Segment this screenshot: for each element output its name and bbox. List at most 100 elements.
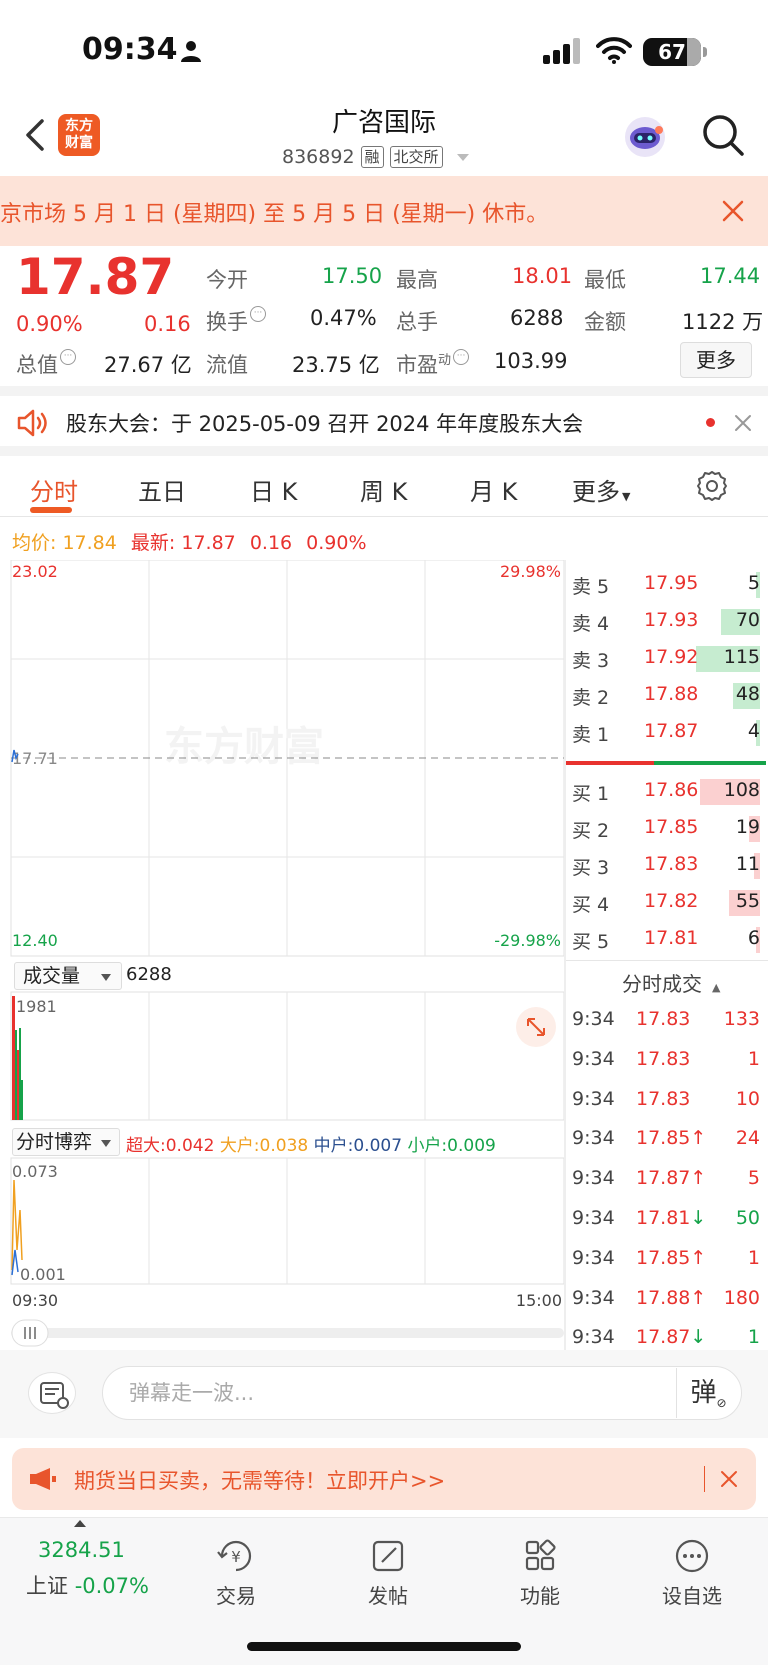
index-value[interactable]: 3284.51 xyxy=(38,1538,125,1562)
orderbook-row[interactable]: 卖 1 17.87 4 xyxy=(572,716,760,750)
info-icon[interactable]: ··· xyxy=(453,349,470,365)
intraday-chart[interactable]: 东方财富 23.02 12.40 29.98% -29.98% 17.71 19… xyxy=(0,560,566,1350)
orderbook-row[interactable]: 卖 5 17.95 5 xyxy=(572,568,760,602)
small-value: 0.009 xyxy=(447,1136,496,1156)
orderbook-price: 17.87 xyxy=(644,720,699,742)
tick-price: 17.83 xyxy=(636,1087,691,1110)
large-value: 0.038 xyxy=(259,1136,309,1156)
last-price: 17.87 xyxy=(16,248,175,306)
tick-row: 9:34 17.87↑ 5 xyxy=(572,1161,760,1201)
search-icon[interactable] xyxy=(700,112,746,158)
nav-trade-label: 交易 xyxy=(216,1584,256,1608)
orderbook-row[interactable]: 买 2 17.85 19 xyxy=(572,812,760,846)
orderbook-row[interactable]: 卖 3 17.92 115 xyxy=(572,642,760,676)
orderbook-vol: 115 xyxy=(723,646,760,668)
low-value: 17.44 xyxy=(700,264,761,288)
nav-trade[interactable]: ¥ 交易 xyxy=(191,1538,281,1609)
orderbook-price: 17.95 xyxy=(644,572,699,594)
grid-icon xyxy=(525,1539,556,1571)
orderbook-vol: 11 xyxy=(735,853,760,875)
orderbook-vol: 6 xyxy=(747,927,760,949)
orderbook-label: 买 1 xyxy=(572,783,610,805)
tick-time: 9:34 xyxy=(572,1286,615,1309)
exchange-tag: 北交所 xyxy=(389,146,443,168)
orderbook-price: 17.83 xyxy=(644,853,699,875)
info-icon[interactable]: ··· xyxy=(60,349,76,365)
orderbook-label: 卖 5 xyxy=(572,576,610,598)
volume-axis-max: 1981 xyxy=(16,997,57,1016)
game-axis-max: 0.073 xyxy=(12,1162,58,1181)
robot-assistant-icon[interactable] xyxy=(622,114,668,160)
tick-time: 9:34 xyxy=(572,1246,615,1269)
stock-code: 836892 xyxy=(282,146,355,168)
tick-time: 9:34 xyxy=(572,1207,615,1229)
chevron-up-icon[interactable] xyxy=(74,1520,86,1527)
trade-icon: ¥ xyxy=(217,1540,252,1572)
watermark: 东方财富 xyxy=(164,724,324,770)
tick-volume: 180 xyxy=(723,1286,760,1309)
margin-tag: 融 xyxy=(360,146,384,168)
wifi-icon xyxy=(596,37,632,64)
chevron-down-icon[interactable] xyxy=(456,153,469,161)
stock-code-row[interactable]: 836892 融 北交所 xyxy=(282,144,469,170)
nav-watch-label: 设自选 xyxy=(662,1584,722,1608)
game-panel-grid xyxy=(10,1157,565,1285)
comment-list-button[interactable] xyxy=(28,1372,76,1414)
close-icon[interactable] xyxy=(720,1470,738,1488)
orderbook-row[interactable]: 卖 4 17.93 70 xyxy=(572,605,760,639)
tick-row: 9:34 17.85↑ 1 xyxy=(572,1241,760,1281)
tick-time: 9:34 xyxy=(572,1326,615,1349)
orderbook-row[interactable]: 买 5 17.81 6 xyxy=(572,923,760,957)
tab-five-day[interactable]: 五日 xyxy=(138,472,186,507)
latest-change: 0.16 xyxy=(249,532,293,554)
tick-row: 9:34 17.88↑ 180 xyxy=(572,1281,760,1321)
orderbook-row[interactable]: 卖 2 17.88 48 xyxy=(572,679,760,713)
tab-weekly-k[interactable]: 周 K xyxy=(360,472,407,507)
edit-icon xyxy=(372,1540,404,1572)
divider xyxy=(704,1466,705,1492)
pre-close-label: 17.71 xyxy=(12,749,58,768)
danmu-toggle[interactable]: 弹⊘ xyxy=(676,1368,740,1418)
tab-daily-k[interactable]: 日 K xyxy=(250,472,297,507)
gear-icon[interactable] xyxy=(696,469,728,501)
tick-time: 9:34 xyxy=(572,1047,615,1070)
shareholder-meeting-text[interactable]: 股东大会：于 2025-05-09 召开 2024 年年度股东大会 xyxy=(66,408,583,438)
index-quote[interactable]: 上证 -0.07% xyxy=(26,1570,149,1600)
mktcap-label: 总值 ··· xyxy=(16,349,76,379)
close-icon[interactable] xyxy=(734,414,752,432)
info-icon[interactable]: ··· xyxy=(250,306,266,322)
orderbook-label: 买 3 xyxy=(572,857,610,879)
nav-add-watchlist[interactable]: 设自选 xyxy=(647,1538,737,1609)
time-axis-start: 09:30 xyxy=(12,1291,58,1310)
orderbook-row[interactable]: 买 4 17.82 55 xyxy=(572,886,760,920)
tick-volume: 5 xyxy=(747,1167,760,1190)
orderbook-row[interactable]: 买 1 17.86 108 xyxy=(572,775,760,809)
more-button[interactable]: 更多 xyxy=(680,342,752,378)
close-icon[interactable] xyxy=(720,198,746,224)
chart-scrollbar[interactable] xyxy=(11,1328,564,1338)
status-bar: 09:34 67 xyxy=(0,0,768,100)
orderbook-row[interactable]: 买 3 17.83 11 xyxy=(572,849,760,883)
tab-intraday[interactable]: 分时 xyxy=(30,472,78,507)
nav-function[interactable]: 功能 xyxy=(495,1538,585,1609)
amount-value: 1122 万 xyxy=(682,310,764,334)
danmu-input[interactable]: 弹幕走一波... xyxy=(102,1366,742,1420)
mid-value: 0.007 xyxy=(353,1136,403,1156)
tab-monthly-k[interactable]: 月 K xyxy=(470,472,517,507)
orderbook-vol: 19 xyxy=(735,816,760,838)
tick-volume: 1 xyxy=(747,1326,760,1349)
tab-more[interactable]: 更多 ▼ xyxy=(572,472,630,507)
tick-header[interactable]: 分时成交 ▲ xyxy=(622,968,720,997)
pct-axis-max: 29.98% xyxy=(500,562,561,581)
nav-post[interactable]: 发帖 xyxy=(343,1538,433,1609)
orderbook-vol: 5 xyxy=(747,572,760,594)
volume-indicator-select[interactable]: 成交量 xyxy=(14,962,122,990)
game-indicator-select[interactable]: 分时博弈 xyxy=(12,1128,120,1156)
futures-ad-text[interactable]: 期货当日买卖，无需等待！立即开户>> xyxy=(74,1465,445,1495)
orderbook-label: 买 2 xyxy=(572,820,610,842)
orderbook-price: 17.86 xyxy=(644,779,699,801)
person-icon xyxy=(181,41,201,62)
orderbook-vol: 108 xyxy=(723,779,760,801)
orderbook-label: 卖 2 xyxy=(572,687,610,709)
panel-divider xyxy=(564,560,566,1350)
